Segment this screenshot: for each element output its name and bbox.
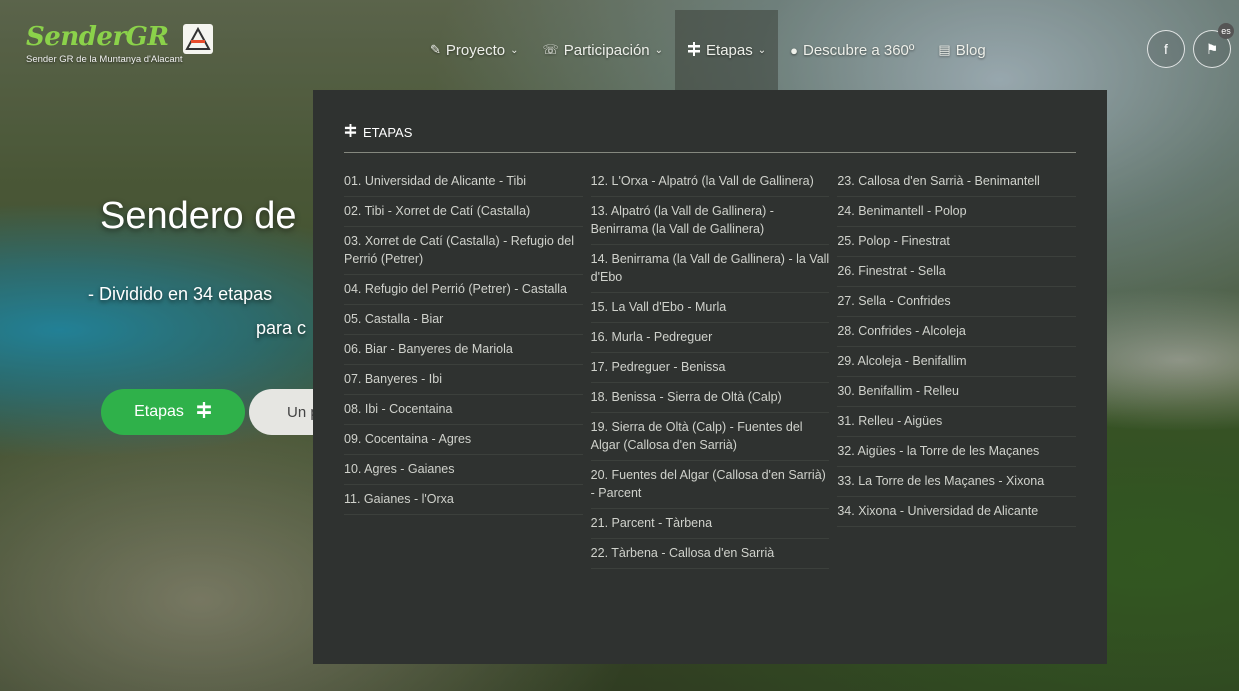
signpost-icon	[344, 124, 357, 140]
nav-descubre-360[interactable]: ● Descubre a 360º	[778, 10, 926, 90]
nav-etapas[interactable]: Etapas ⌄	[675, 10, 779, 90]
dropdown-header: ETAPAS	[344, 90, 1076, 153]
edit-icon: ✎	[430, 42, 441, 57]
flag-icon: ⚑	[1205, 40, 1219, 57]
handshake-icon: ☏	[542, 42, 559, 57]
stage-link[interactable]: 31. Relleu - Aigües	[837, 407, 1077, 437]
logo-wordmark: SenderGR	[26, 22, 169, 52]
stage-link[interactable]: 18. Benissa - Sierra de Oltà (Calp)	[590, 383, 830, 413]
logo-badge-icon	[182, 24, 213, 54]
hero-title: Sendero de	[100, 195, 297, 237]
stage-link[interactable]: 11. Gaianes - l'Orxa	[344, 485, 583, 515]
nav-participacion[interactable]: ☏ Participación ⌄	[531, 10, 676, 90]
stage-link[interactable]: 28. Confrides - Alcoleja	[837, 317, 1077, 347]
stage-link[interactable]: 25. Polop - Finestrat	[837, 227, 1077, 257]
nav-label: Blog	[955, 41, 986, 59]
globe-icon: ●	[790, 42, 798, 58]
newspaper-icon: ▤	[938, 42, 951, 57]
stage-link[interactable]: 20. Fuentes del Algar (Callosa d'en Sarr…	[590, 461, 830, 509]
language-badge: es	[1218, 23, 1234, 39]
facebook-button[interactable]: f	[1147, 30, 1185, 68]
chevron-down-icon: ⌄	[757, 44, 767, 56]
social-links: f ⚑ es	[1147, 23, 1239, 68]
etapas-button-label: Etapas	[134, 403, 184, 420]
stage-columns: 01. Universidad de Alicante - Tibi 02. Ti…	[344, 167, 1077, 569]
facebook-icon: f	[1164, 41, 1168, 57]
etapas-button[interactable]: Etapas	[101, 389, 245, 435]
stage-link[interactable]: 12. L'Orxa - Alpatró (la Vall de Galline…	[590, 167, 830, 197]
nav-label: Proyecto	[445, 41, 506, 59]
dropdown-title: ETAPAS	[363, 125, 413, 140]
logo-subtitle: Sender GR de la Muntanya d'Alacant	[26, 54, 183, 65]
stage-link[interactable]: 29. Alcoleja - Benifallim	[837, 347, 1077, 377]
nav-blog[interactable]: ▤ Blog	[926, 10, 997, 90]
stage-link[interactable]: 08. Ibi - Cocentaina	[344, 395, 583, 425]
stage-link[interactable]: 24. Benimantell - Polop	[837, 197, 1077, 227]
stage-link[interactable]: 07. Banyeres - Ibi	[344, 365, 583, 395]
stage-link[interactable]: 17. Pedreguer - Benissa	[590, 353, 830, 383]
stage-link[interactable]: 34. Xixona - Universidad de Alicante	[837, 497, 1077, 527]
stage-link[interactable]: 16. Murla - Pedreguer	[590, 323, 830, 353]
stage-link[interactable]: 13. Alpatró (la Vall de Gallinera) - Ben…	[590, 197, 830, 245]
chevron-down-icon: ⌄	[654, 44, 664, 56]
stage-link[interactable]: 02. Tibi - Xorret de Catí (Castalla)	[344, 197, 583, 227]
stage-link[interactable]: 21. Parcent - Tàrbena	[590, 509, 830, 539]
main-nav: ✎ Proyecto ⌄ ☏ Participación ⌄ Etapas ⌄ …	[418, 10, 998, 90]
nav-label: Participación	[563, 41, 650, 59]
stage-link[interactable]: 15. La Vall d'Ebo - Murla	[590, 293, 830, 323]
nav-proyecto[interactable]: ✎ Proyecto ⌄	[418, 10, 531, 90]
stage-link[interactable]: 22. Tàrbena - Callosa d'en Sarrià	[590, 539, 830, 569]
stage-link[interactable]: 03. Xorret de Catí (Castalla) - Refugio …	[344, 227, 583, 275]
nav-label: Etapas	[706, 41, 753, 59]
language-button[interactable]: ⚑ es	[1193, 23, 1234, 68]
stage-link[interactable]: 27. Sella - Confrides	[837, 287, 1077, 317]
stage-link[interactable]: 32. Aigües - la Torre de les Maçanes	[837, 437, 1077, 467]
stage-link[interactable]: 26. Finestrat - Sella	[837, 257, 1077, 287]
stage-column-2: 12. L'Orxa - Alpatró (la Vall de Galline…	[590, 167, 830, 569]
signpost-icon	[687, 41, 701, 59]
stage-link[interactable]: 06. Biar - Banyeres de Mariola	[344, 335, 583, 365]
chevron-down-icon: ⌄	[510, 44, 519, 56]
stage-link[interactable]: 19. Sierra de Oltà (Calp) - Fuentes del …	[590, 413, 830, 461]
signpost-icon	[196, 401, 212, 423]
stage-link[interactable]: 23. Callosa d'en Sarrià - Benimantell	[837, 167, 1077, 197]
stage-link[interactable]: 14. Benirrama (la Vall de Gallinera) - l…	[590, 245, 830, 293]
hero-subtitle: - Dividido en 34 etapas	[88, 284, 273, 304]
stage-link[interactable]: 09. Cocentaina - Agres	[344, 425, 583, 455]
stage-link[interactable]: 30. Benifallim - Relleu	[837, 377, 1077, 407]
stage-link[interactable]: 04. Refugio del Perrió (Petrer) - Castal…	[344, 275, 583, 305]
stage-link[interactable]: 01. Universidad de Alicante - Tibi	[344, 167, 583, 197]
stage-link[interactable]: 10. Agres - Gaianes	[344, 455, 583, 485]
hero-subtitle-line2: para c	[256, 318, 307, 338]
nav-label: Descubre a 360º	[803, 41, 915, 59]
etapas-dropdown-menu: ETAPAS 01. Universidad de Alicante - Tib…	[313, 90, 1107, 664]
stage-link[interactable]: 05. Castalla - Biar	[344, 305, 583, 335]
stage-column-3: 23. Callosa d'en Sarrià - Benimantell 24.…	[837, 167, 1077, 569]
stage-column-1: 01. Universidad de Alicante - Tibi 02. Ti…	[344, 167, 583, 569]
stage-link[interactable]: 33. La Torre de les Maçanes - Xixona	[837, 467, 1077, 497]
site-logo[interactable]: SenderGR Sender GR de la Muntanya d'Alac…	[26, 22, 213, 65]
